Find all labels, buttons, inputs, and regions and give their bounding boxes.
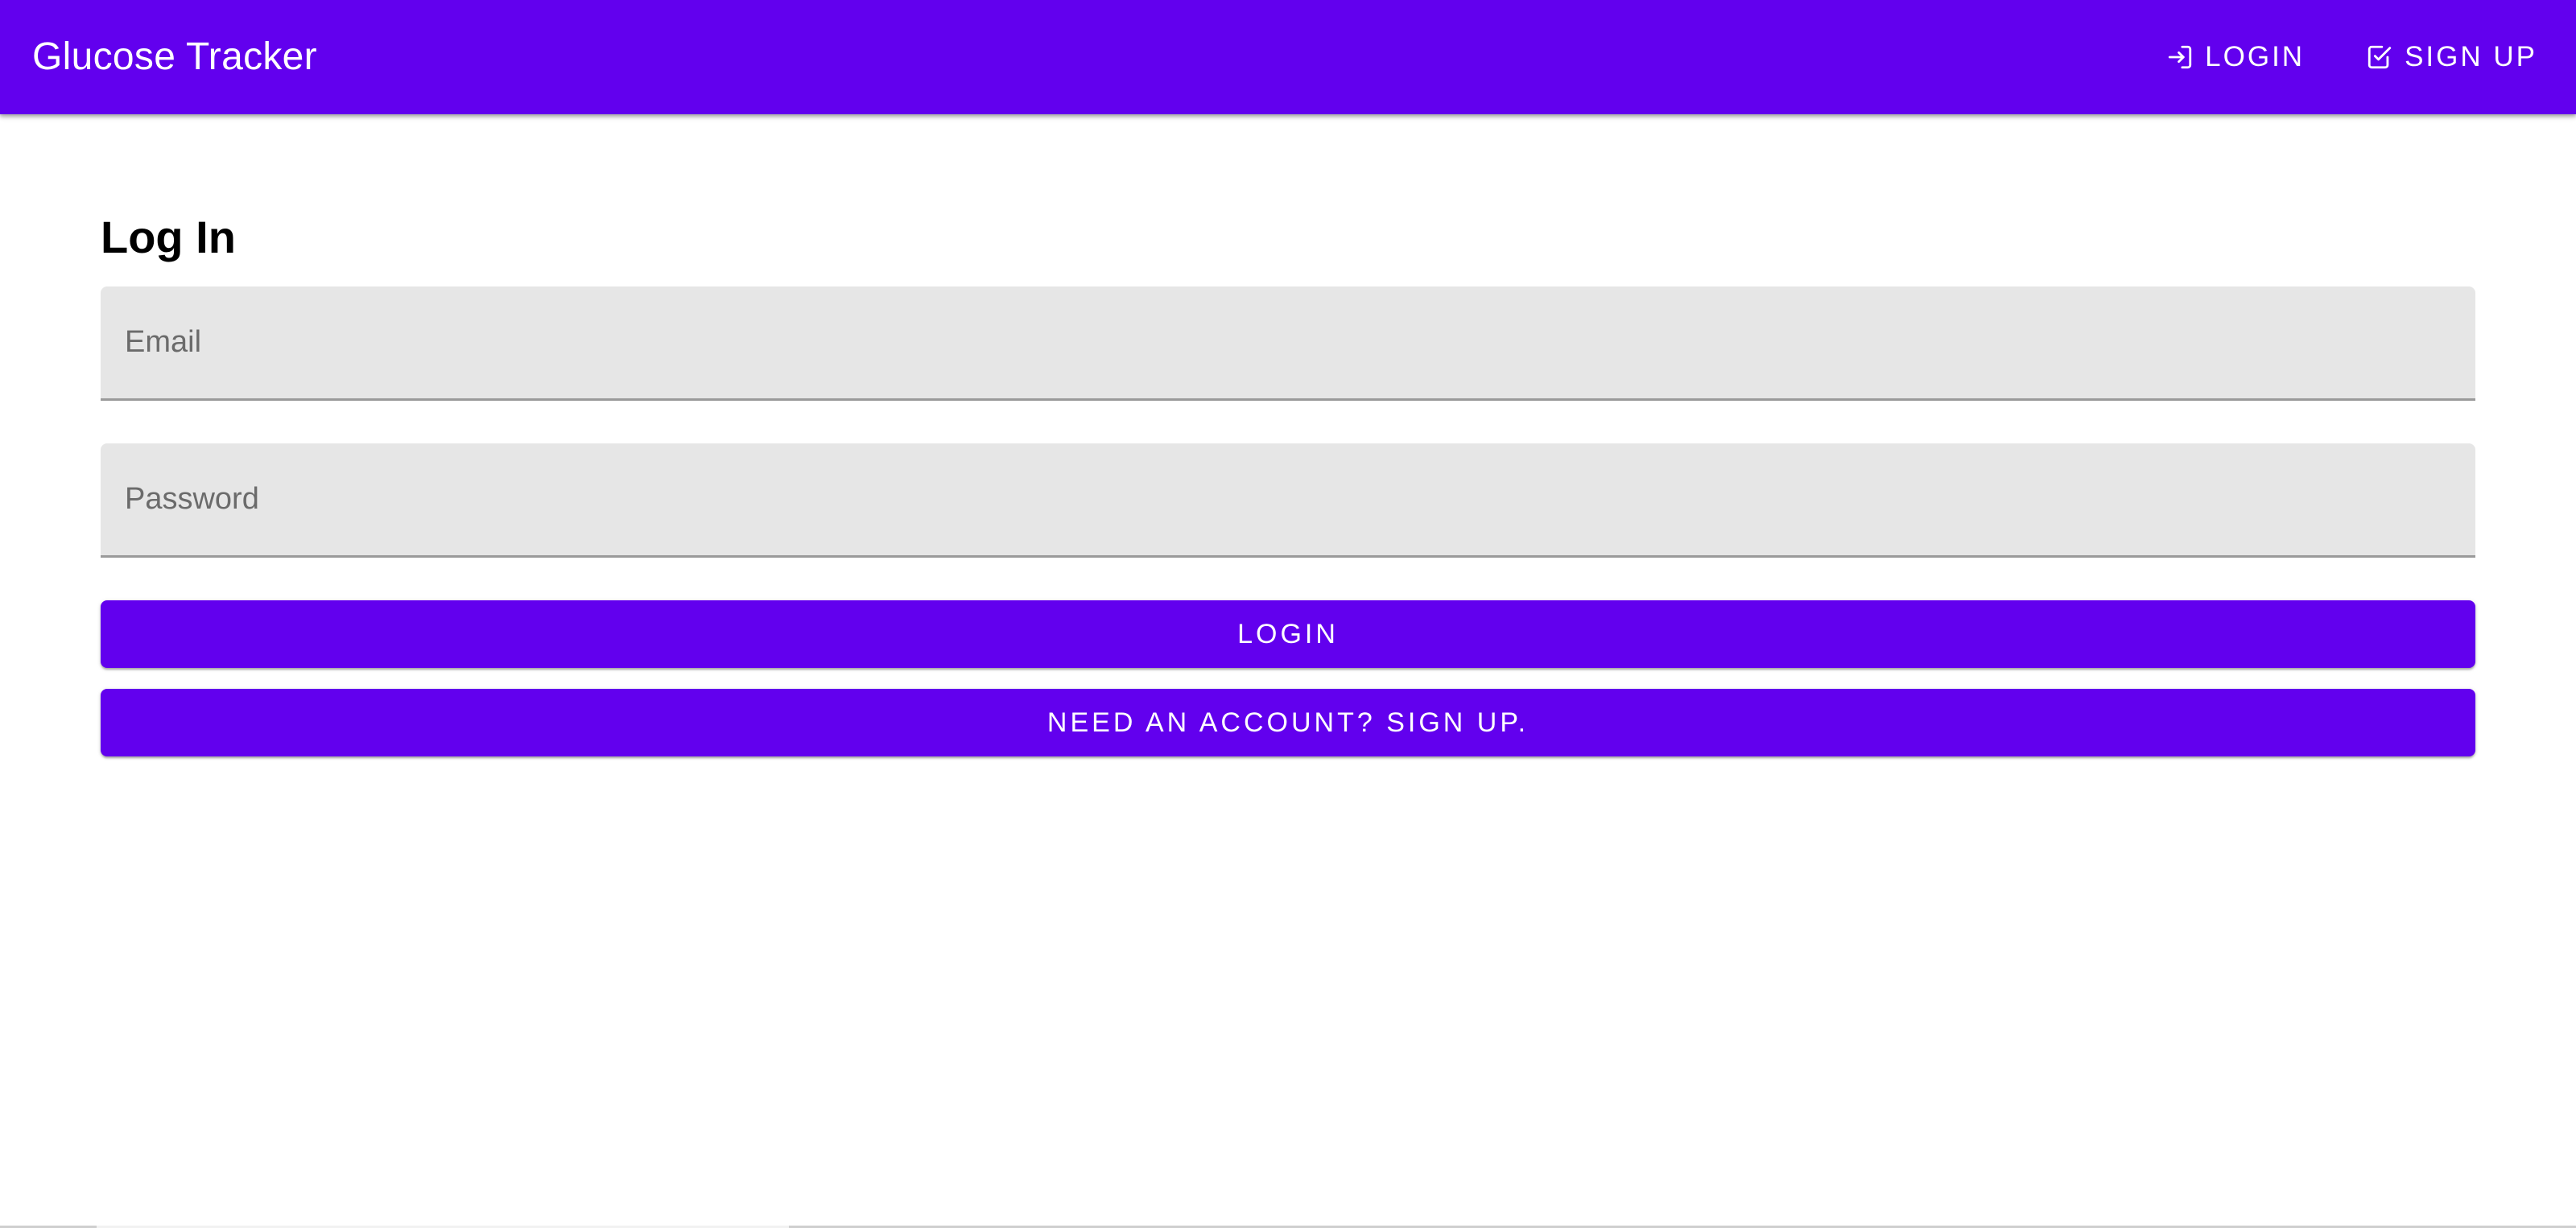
checkbox-icon xyxy=(2366,43,2393,71)
page-title: Log In xyxy=(101,212,236,262)
email-field-container xyxy=(101,286,2475,401)
app-bar: Glucose Tracker LOGIN SIGN UP xyxy=(0,0,2576,114)
app-title: Glucose Tracker xyxy=(32,35,317,78)
nav-signup-button[interactable]: SIGN UP xyxy=(2359,25,2544,89)
login-button[interactable]: LOGIN xyxy=(101,600,2475,668)
password-field[interactable] xyxy=(101,443,2475,555)
top-nav: LOGIN SIGN UP xyxy=(2160,0,2544,114)
login-icon xyxy=(2166,43,2194,71)
signup-link-button[interactable]: NEED AN ACCOUNT? SIGN UP. xyxy=(101,689,2475,756)
nav-login-button[interactable]: LOGIN xyxy=(2160,25,2311,89)
password-field-container xyxy=(101,443,2475,558)
nav-login-label: LOGIN xyxy=(2205,41,2306,72)
nav-signup-label: SIGN UP xyxy=(2405,41,2537,72)
email-field[interactable] xyxy=(101,286,2475,398)
